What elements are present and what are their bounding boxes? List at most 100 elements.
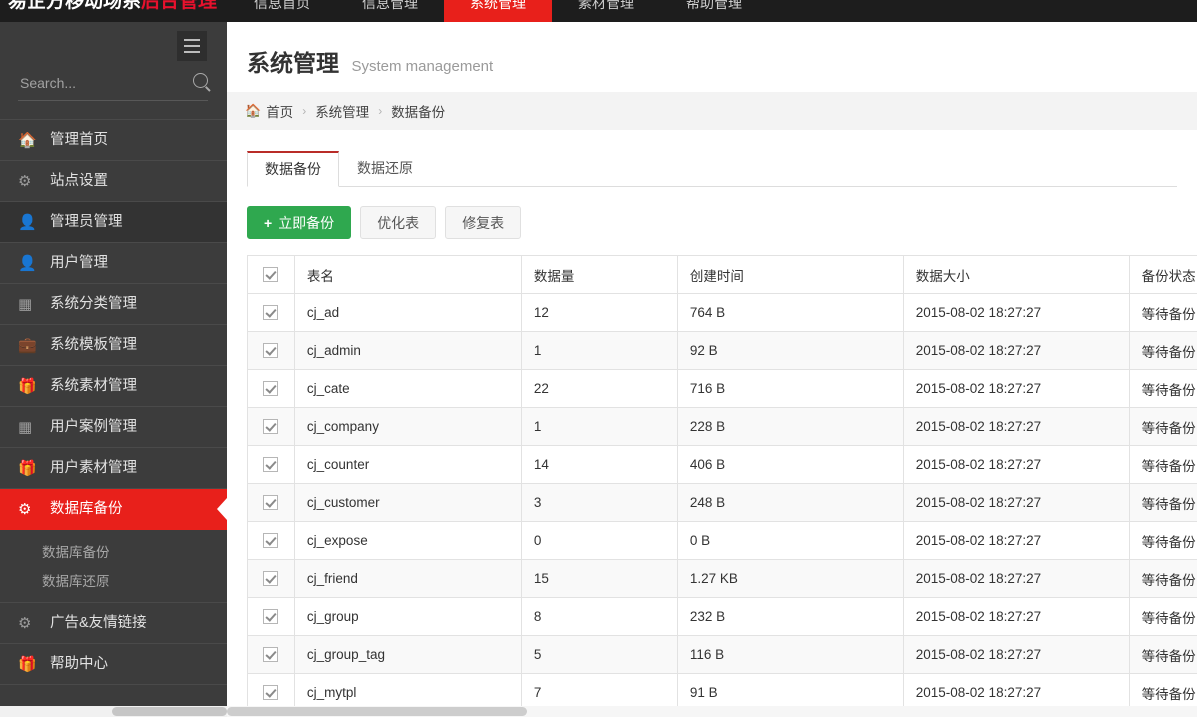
tabs: 数据备份 数据还原 — [247, 151, 1177, 187]
sidebar-item-label: 广告&友情链接 — [50, 616, 147, 631]
cell-table-name: cj_group_tag — [294, 636, 521, 674]
top-nav-item-0[interactable]: 信息首页 — [228, 0, 336, 22]
breadcrumb-separator: › — [378, 104, 382, 118]
header-created-time[interactable]: 创建时间 — [677, 256, 903, 294]
sidebar-item-label: 站点设置 — [50, 174, 108, 189]
breadcrumb: 🏠 首页 › 系统管理 › 数据备份 — [227, 92, 1197, 130]
cell-created-time: 764 B — [677, 294, 903, 332]
breadcrumb-current: 数据备份 — [391, 101, 445, 121]
sidebar-item-label: 管理首页 — [50, 133, 108, 148]
table-container: 表名 数据量 创建时间 数据大小 备份状态 cj_ad12764 B2015-0… — [227, 239, 1197, 712]
cell-data-size: 2015-08-02 18:27:27 — [903, 446, 1129, 484]
header-data-size[interactable]: 数据大小 — [903, 256, 1129, 294]
hamburger-bar-1 — [184, 39, 200, 41]
row-checkbox[interactable] — [263, 495, 278, 510]
table-row[interactable]: cj_admin192 B2015-08-02 18:27:27等待备份 — [248, 332, 1197, 370]
gears-icon: ⚙ — [18, 172, 44, 190]
sidebar-item-user-case[interactable]: ▦ 用户案例管理 — [0, 407, 227, 448]
breadcrumb-separator: › — [302, 104, 306, 118]
main-content: 系统管理 System management 🏠 首页 › 系统管理 › 数据备… — [227, 22, 1197, 717]
table-head: 表名 数据量 创建时间 数据大小 备份状态 — [248, 256, 1197, 294]
sidebar-item-label: 用户管理 — [50, 256, 108, 271]
table-row[interactable]: cj_counter14406 B2015-08-02 18:27:27等待备份 — [248, 446, 1197, 484]
row-checkbox[interactable] — [263, 419, 278, 434]
cell-created-time: 228 B — [677, 408, 903, 446]
cell-row-count: 22 — [521, 370, 677, 408]
row-checkbox[interactable] — [263, 533, 278, 548]
row-select-cell — [248, 294, 295, 332]
repair-table-button[interactable]: 修复表 — [445, 206, 521, 239]
hamburger-icon[interactable] — [177, 31, 207, 61]
table-row[interactable]: cj_group8232 B2015-08-02 18:27:27等待备份 — [248, 598, 1197, 636]
backup-now-button[interactable]: + 立即备份 — [247, 206, 351, 239]
row-checkbox[interactable] — [263, 647, 278, 662]
table-row[interactable]: cj_cate22716 B2015-08-02 18:27:27等待备份 — [248, 370, 1197, 408]
sidebar-menu: 🏠 管理首页 ⚙ 站点设置 👤 管理员管理 👤 用户管理 ▦ 系统分类管理 💼 — [0, 119, 227, 685]
sidebar-item-dashboard[interactable]: 🏠 管理首页 — [0, 120, 227, 161]
gears-icon: ⚙ — [18, 500, 44, 518]
row-checkbox[interactable] — [263, 305, 278, 320]
sidebar-item-label: 系统模板管理 — [50, 338, 137, 353]
sidebar-item-user-management[interactable]: 👤 用户管理 — [0, 243, 227, 284]
top-nav-item-3[interactable]: 素材管理 — [552, 0, 660, 22]
row-checkbox[interactable] — [263, 343, 278, 358]
header-table-name[interactable]: 表名 — [294, 256, 521, 294]
sidebar-item-system-category[interactable]: ▦ 系统分类管理 — [0, 284, 227, 325]
top-nav-item-1[interactable]: 信息管理 — [336, 0, 444, 22]
row-select-cell — [248, 446, 295, 484]
header-row-count[interactable]: 数据量 — [521, 256, 677, 294]
grid-icon: ▦ — [18, 295, 44, 313]
backup-table: 表名 数据量 创建时间 数据大小 备份状态 cj_ad12764 B2015-0… — [247, 255, 1197, 712]
sidebar-item-help-center[interactable]: 🎁 帮助中心 — [0, 644, 227, 685]
cell-created-time: 92 B — [677, 332, 903, 370]
top-navigation-bar: 易企方移动场系后台管理 信息首页信息管理系统管理素材管理帮助管理 ⚲ — [0, 0, 1197, 22]
sidebar-horizontal-scrollbar[interactable] — [0, 706, 227, 717]
cell-table-name: cj_expose — [294, 522, 521, 560]
sidebar-item-database-backup[interactable]: ⚙ 数据库备份 — [0, 489, 227, 530]
select-all-cell — [248, 256, 295, 294]
top-nav-items: 信息首页信息管理系统管理素材管理帮助管理 — [228, 0, 768, 22]
select-all-checkbox[interactable] — [263, 267, 278, 282]
sidebar-item-system-material[interactable]: 🎁 系统素材管理 — [0, 366, 227, 407]
sidebar-item-system-template[interactable]: 💼 系统模板管理 — [0, 325, 227, 366]
sidebar-item-site-settings[interactable]: ⚙ 站点设置 — [0, 161, 227, 202]
top-nav-search-icon[interactable]: ⚲ — [730, 0, 740, 7]
table-row[interactable]: cj_expose00 B2015-08-02 18:27:27等待备份 — [248, 522, 1197, 560]
sidebar-subitem-db-backup[interactable]: 数据库备份 — [0, 536, 227, 565]
sidebar-subitem-db-restore[interactable]: 数据库还原 — [0, 565, 227, 594]
tab-data-restore[interactable]: 数据还原 — [339, 151, 431, 187]
search-icon[interactable] — [193, 73, 208, 88]
row-checkbox[interactable] — [263, 381, 278, 396]
tab-data-backup[interactable]: 数据备份 — [247, 151, 339, 187]
top-nav-item-4[interactable]: 帮助管理 — [660, 0, 768, 22]
row-checkbox[interactable] — [263, 609, 278, 624]
scrollbar-thumb[interactable] — [227, 707, 527, 716]
page-title-en: System management — [351, 58, 493, 75]
table-row[interactable]: cj_ad12764 B2015-08-02 18:27:27等待备份 — [248, 294, 1197, 332]
row-checkbox[interactable] — [263, 685, 278, 700]
breadcrumb-system-management[interactable]: 系统管理 — [315, 101, 369, 121]
row-checkbox[interactable] — [263, 457, 278, 472]
cell-data-size: 2015-08-02 18:27:27 — [903, 560, 1129, 598]
table-row[interactable]: cj_friend151.27 KB2015-08-02 18:27:27等待备… — [248, 560, 1197, 598]
backup-now-label: 立即备份 — [278, 213, 334, 233]
header-backup-state[interactable]: 备份状态 — [1129, 256, 1197, 294]
search-input[interactable] — [18, 74, 178, 92]
top-nav-item-2-active[interactable]: 系统管理 — [444, 0, 552, 22]
sidebar-item-admin-management[interactable]: 👤 管理员管理 — [0, 202, 227, 243]
cell-backup-status: 等待备份 — [1129, 332, 1197, 370]
sidebar-item-ads-links[interactable]: ⚙ 广告&友情链接 — [0, 603, 227, 644]
table-row[interactable]: cj_customer3248 B2015-08-02 18:27:27等待备份 — [248, 484, 1197, 522]
table-row[interactable]: cj_group_tag5116 B2015-08-02 18:27:27等待备… — [248, 636, 1197, 674]
optimize-table-button[interactable]: 优化表 — [360, 206, 436, 239]
row-checkbox[interactable] — [263, 571, 278, 586]
cell-row-count: 0 — [521, 522, 677, 560]
cell-data-size: 2015-08-02 18:27:27 — [903, 484, 1129, 522]
scrollbar-thumb[interactable] — [112, 707, 227, 716]
breadcrumb-home[interactable]: 首页 — [266, 101, 293, 121]
cell-backup-status: 等待备份 — [1129, 560, 1197, 598]
sidebar-item-label: 系统素材管理 — [50, 379, 137, 394]
main-horizontal-scrollbar[interactable] — [227, 706, 1197, 717]
sidebar-item-user-material[interactable]: 🎁 用户素材管理 — [0, 448, 227, 489]
table-row[interactable]: cj_company1228 B2015-08-02 18:27:27等待备份 — [248, 408, 1197, 446]
